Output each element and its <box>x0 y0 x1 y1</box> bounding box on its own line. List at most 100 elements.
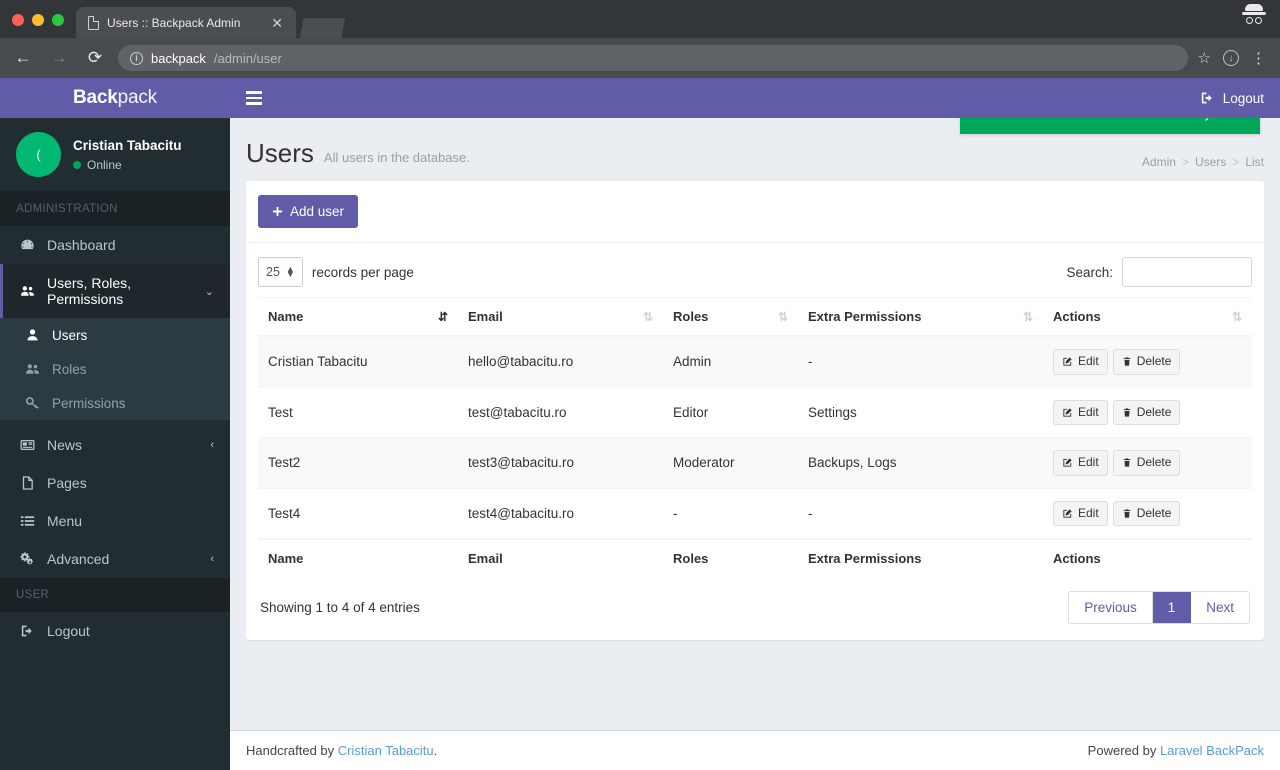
column-header-extra-permissions[interactable]: Extra Permissions ⇅ <box>798 298 1043 337</box>
profile-icon[interactable]: ↓ <box>1223 50 1239 66</box>
delete-button[interactable]: Delete <box>1113 349 1181 375</box>
delete-button[interactable]: Delete <box>1113 400 1181 426</box>
topbar-logout-label: Logout <box>1223 91 1264 106</box>
chevron-left-icon: ‹ <box>210 553 214 565</box>
sidebar-item-users[interactable]: Users <box>0 318 230 352</box>
edit-button[interactable]: Edit <box>1053 501 1108 527</box>
toast-message: The item has been modified successfully. <box>977 118 1214 121</box>
dashboard-icon <box>19 237 36 253</box>
records-per-page-select[interactable]: 25 ▲▼ <box>258 257 303 287</box>
footer-left-suffix: . <box>434 743 438 758</box>
sort-none-icon: ⇅ <box>1232 310 1242 324</box>
column-header-email[interactable]: Email ⇅ <box>458 298 663 337</box>
cell-name: Test <box>258 387 458 438</box>
cell-roles: Admin <box>663 336 798 387</box>
cell-permissions: - <box>798 488 1043 539</box>
pagination-page-1[interactable]: 1 <box>1153 592 1192 623</box>
bookmark-star-icon[interactable]: ☆ <box>1198 49 1211 67</box>
sidebar-user-status-label: Online <box>87 158 122 172</box>
cell-name: Test2 <box>258 438 458 489</box>
pagination: Previous 1 Next <box>1068 591 1250 624</box>
delete-button[interactable]: Delete <box>1113 450 1181 476</box>
cell-email: test@tabacitu.ro <box>458 387 663 438</box>
hamburger-icon[interactable] <box>246 91 262 105</box>
edit-button[interactable]: Edit <box>1053 400 1108 426</box>
close-window-button[interactable] <box>12 14 24 26</box>
footer-backpack-link[interactable]: Laravel BackPack <box>1160 743 1264 758</box>
close-icon[interactable]: ✕ <box>268 16 286 30</box>
table-body: Cristian Tabacitu hello@tabacitu.ro Admi… <box>258 336 1252 539</box>
cell-actions: Edit Delete <box>1043 387 1252 438</box>
footer-right-prefix: Powered by <box>1088 743 1160 758</box>
url-host: backpack <box>151 51 206 66</box>
maximize-window-button[interactable] <box>52 14 64 26</box>
edit-button[interactable]: Edit <box>1053 450 1108 476</box>
breadcrumb-item-list[interactable]: List <box>1245 155 1264 169</box>
edit-button[interactable]: Edit <box>1053 349 1108 375</box>
cell-actions: Edit Delete <box>1043 438 1252 489</box>
chevron-left-icon: ‹ <box>210 439 214 451</box>
delete-button[interactable]: Delete <box>1113 501 1181 527</box>
sidebar-item-menu[interactable]: Menu <box>0 502 230 540</box>
page-title: Users <box>246 138 314 169</box>
trash-icon <box>1122 407 1132 418</box>
sidebar-logo[interactable]: Backpack <box>0 78 230 118</box>
cell-roles: Moderator <box>663 438 798 489</box>
new-tab-stub[interactable] <box>300 18 345 38</box>
logo-bold-text: Back <box>73 87 118 108</box>
page-subtitle: All users in the database. <box>324 150 470 165</box>
sidebar-item-logout[interactable]: Logout <box>0 612 230 650</box>
window-controls <box>0 14 76 38</box>
column-header-roles[interactable]: Roles ⇅ <box>663 298 798 337</box>
cell-actions: Edit Delete <box>1043 336 1252 387</box>
topbar-logout-button[interactable]: Logout <box>1199 90 1264 106</box>
browser-menu-icon[interactable]: ⋮ <box>1251 54 1266 63</box>
sidebar-item-users-roles-permissions-label: Users, Roles, Permissions <box>47 275 194 307</box>
sidebar-section-administration: ADMINISTRATION <box>0 192 230 226</box>
search-input[interactable] <box>1122 257 1252 287</box>
sidebar-item-permissions[interactable]: Permissions <box>0 386 230 420</box>
cell-email: test4@tabacitu.ro <box>458 488 663 539</box>
sidebar-item-advanced[interactable]: Advanced ‹ <box>0 540 230 578</box>
pagination-next[interactable]: Next <box>1191 592 1249 623</box>
pencil-square-icon <box>1062 356 1073 367</box>
table-row[interactable]: Test4 test4@tabacitu.ro - - Edit <box>258 488 1252 539</box>
table-row[interactable]: Test2 test3@tabacitu.ro Moderator Backup… <box>258 438 1252 489</box>
sidebar-item-pages-label: Pages <box>47 475 214 491</box>
minimize-window-button[interactable] <box>32 14 44 26</box>
footer-author-link[interactable]: Cristian Tabacitu <box>338 743 434 758</box>
breadcrumb-separator: > <box>1182 155 1189 169</box>
delete-label: Delete <box>1137 455 1172 471</box>
column-header-actions[interactable]: Actions ⇅ <box>1043 298 1252 337</box>
breadcrumb-item-users[interactable]: Users <box>1195 155 1226 169</box>
table-row[interactable]: Cristian Tabacitu hello@tabacitu.ro Admi… <box>258 336 1252 387</box>
reload-icon[interactable]: ⟳ <box>82 45 108 71</box>
sidebar-item-dashboard[interactable]: Dashboard <box>0 226 230 264</box>
table-row[interactable]: Test test@tabacitu.ro Editor Settings Ed… <box>258 387 1252 438</box>
breadcrumb-item-admin[interactable]: Admin <box>1142 155 1176 169</box>
pagination-previous[interactable]: Previous <box>1069 592 1153 623</box>
pencil-square-icon <box>1062 407 1073 418</box>
column-label: Extra Permissions <box>808 309 921 324</box>
signout-icon <box>19 623 36 639</box>
sidebar-user-status: Online <box>73 158 182 172</box>
browser-tab[interactable]: Users :: Backpack Admin ✕ <box>76 7 296 38</box>
list-icon <box>19 513 36 529</box>
address-bar[interactable]: i backpack/admin/user <box>118 45 1188 71</box>
cogs-icon <box>19 551 36 567</box>
forward-icon[interactable]: → <box>46 45 72 71</box>
add-user-button[interactable]: Add user <box>258 195 358 228</box>
page-footer: Handcrafted by Cristian Tabacitu. Powere… <box>230 730 1280 770</box>
sidebar-item-roles[interactable]: Roles <box>0 352 230 386</box>
back-icon[interactable]: ← <box>10 45 36 71</box>
sidebar-item-users-roles-permissions[interactable]: Users, Roles, Permissions ⌄ <box>0 264 230 318</box>
footer-right: Powered by Laravel BackPack <box>1088 743 1264 758</box>
sidebar-item-news[interactable]: News ‹ <box>0 426 230 464</box>
sidebar-item-pages[interactable]: Pages <box>0 464 230 502</box>
records-per-page-value: 25 <box>266 265 280 279</box>
footer-left-prefix: Handcrafted by <box>246 743 338 758</box>
column-header-name[interactable]: Name ⇵ <box>258 298 458 337</box>
success-notification-toast[interactable]: The item has been modified successfully. <box>960 118 1260 134</box>
sidebar-item-dashboard-label: Dashboard <box>47 237 214 253</box>
site-info-icon[interactable]: i <box>130 52 143 65</box>
